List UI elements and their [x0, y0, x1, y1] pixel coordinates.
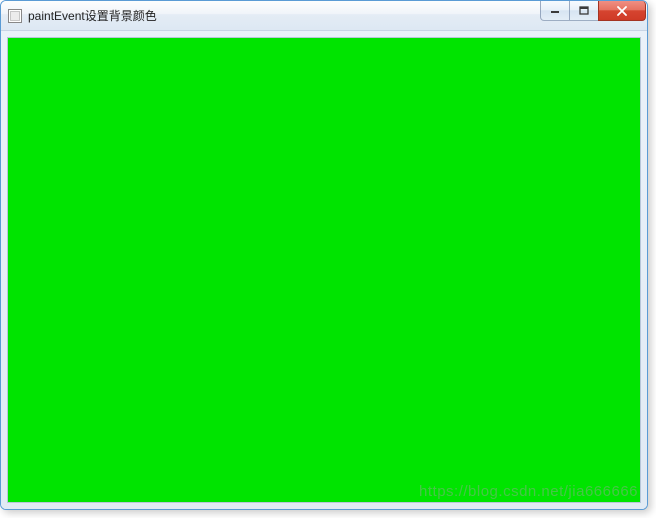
titlebar[interactable]: paintEvent设置背景颜色	[1, 1, 647, 31]
maximize-button[interactable]	[569, 1, 599, 21]
window-title: paintEvent设置背景颜色	[28, 7, 541, 24]
window-frame-padding	[1, 31, 647, 509]
minimize-icon	[550, 6, 560, 16]
app-icon	[7, 8, 23, 24]
application-window: paintEvent设置背景颜色	[0, 0, 648, 510]
window-controls	[541, 1, 646, 30]
close-button[interactable]	[598, 1, 646, 21]
minimize-button[interactable]	[540, 1, 570, 21]
maximize-icon	[579, 6, 589, 16]
close-icon	[616, 6, 628, 16]
client-area	[7, 37, 641, 503]
